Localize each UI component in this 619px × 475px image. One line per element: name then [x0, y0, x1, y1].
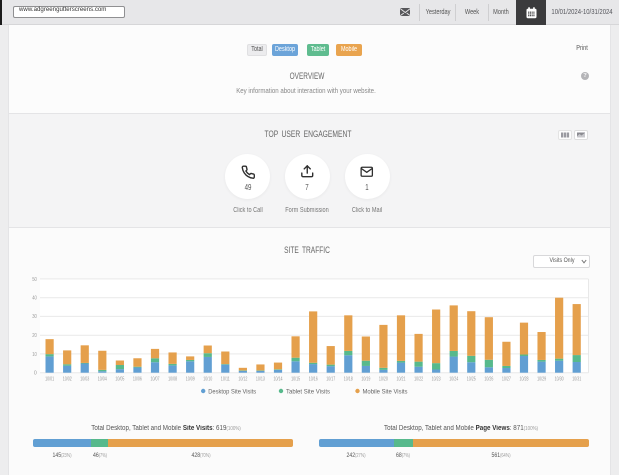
svg-text:10/10: 10/10 — [203, 377, 212, 383]
svg-text:10/14: 10/14 — [274, 377, 283, 383]
svg-text:Tablet Site Visits: Tablet Site Visits — [286, 388, 331, 395]
svg-text:10/31: 10/31 — [572, 377, 581, 383]
svg-text:10/25: 10/25 — [467, 377, 476, 383]
svg-text:10/07: 10/07 — [151, 377, 160, 383]
svg-text:Mobile Site Visits: Mobile Site Visits — [363, 388, 409, 395]
svg-text:10/06: 10/06 — [133, 377, 142, 383]
svg-text:10: 10 — [32, 352, 37, 358]
svg-text:40: 40 — [32, 296, 37, 302]
svg-text:10/16: 10/16 — [309, 377, 318, 383]
svg-text:10/08: 10/08 — [168, 377, 177, 383]
svg-text:10/11: 10/11 — [221, 377, 230, 383]
svg-text:10/15: 10/15 — [291, 377, 300, 383]
svg-text:10/05: 10/05 — [115, 377, 124, 383]
svg-text:10/20: 10/20 — [379, 377, 388, 383]
svg-text:10/23: 10/23 — [432, 377, 441, 383]
svg-text:10/04: 10/04 — [98, 377, 107, 383]
svg-text:10/12: 10/12 — [238, 377, 247, 383]
svg-text:10/02: 10/02 — [63, 377, 72, 383]
svg-text:10/13: 10/13 — [256, 377, 265, 383]
svg-text:50: 50 — [32, 277, 37, 283]
svg-text:10/30: 10/30 — [555, 377, 564, 383]
svg-text:10/22: 10/22 — [414, 377, 423, 383]
svg-text:10/24: 10/24 — [449, 377, 458, 383]
svg-text:10/01: 10/01 — [45, 377, 54, 383]
svg-text:10/18: 10/18 — [344, 377, 353, 383]
svg-text:10/26: 10/26 — [484, 377, 493, 383]
svg-text:0: 0 — [34, 371, 37, 377]
svg-text:Desktop Site Visits: Desktop Site Visits — [208, 388, 257, 395]
svg-text:10/29: 10/29 — [537, 377, 546, 383]
svg-text:30: 30 — [32, 314, 37, 320]
svg-text:10/17: 10/17 — [326, 377, 335, 383]
svg-text:10/19: 10/19 — [361, 377, 370, 383]
svg-text:10/27: 10/27 — [502, 377, 511, 383]
svg-text:10/03: 10/03 — [80, 377, 89, 383]
svg-text:10/21: 10/21 — [397, 377, 406, 383]
svg-text:20: 20 — [32, 333, 37, 339]
svg-text:10/28: 10/28 — [520, 377, 529, 383]
svg-text:10/09: 10/09 — [186, 377, 195, 383]
